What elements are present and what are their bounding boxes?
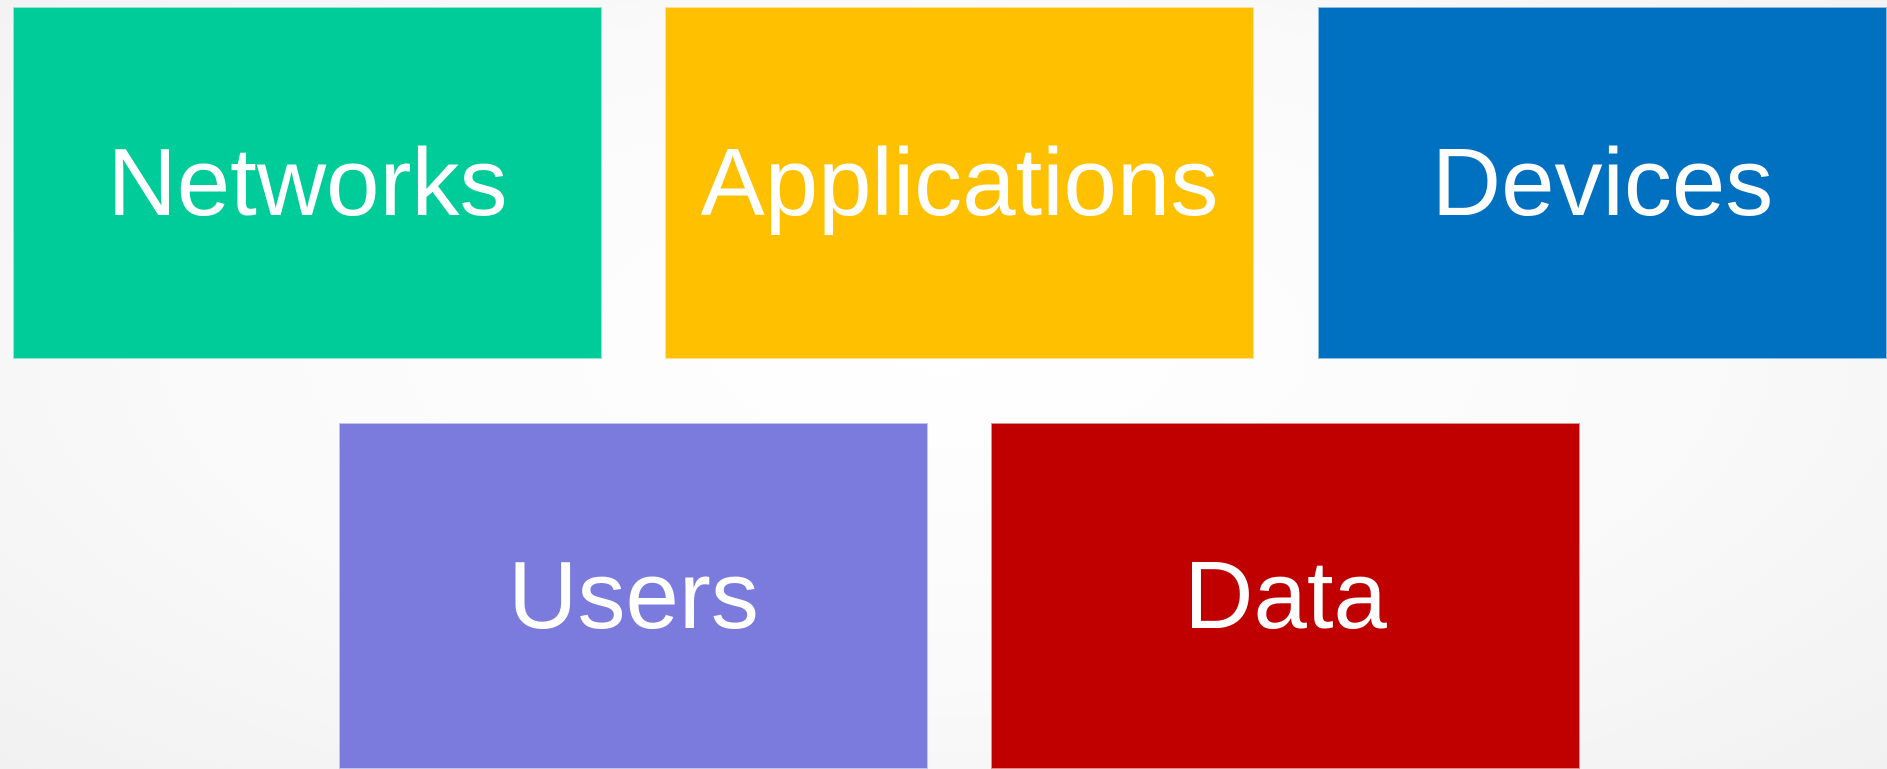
tile-label-applications: Applications	[700, 129, 1219, 236]
tile-label-devices: Devices	[1431, 129, 1774, 236]
tile-label-networks: Networks	[107, 129, 508, 236]
tile-devices: Devices	[1318, 7, 1887, 359]
tile-users: Users	[339, 423, 928, 769]
tile-applications: Applications	[665, 7, 1254, 359]
tile-label-data: Data	[1184, 542, 1387, 649]
tile-networks: Networks	[13, 7, 602, 359]
tile-label-users: Users	[508, 542, 759, 649]
tile-data: Data	[991, 423, 1580, 769]
